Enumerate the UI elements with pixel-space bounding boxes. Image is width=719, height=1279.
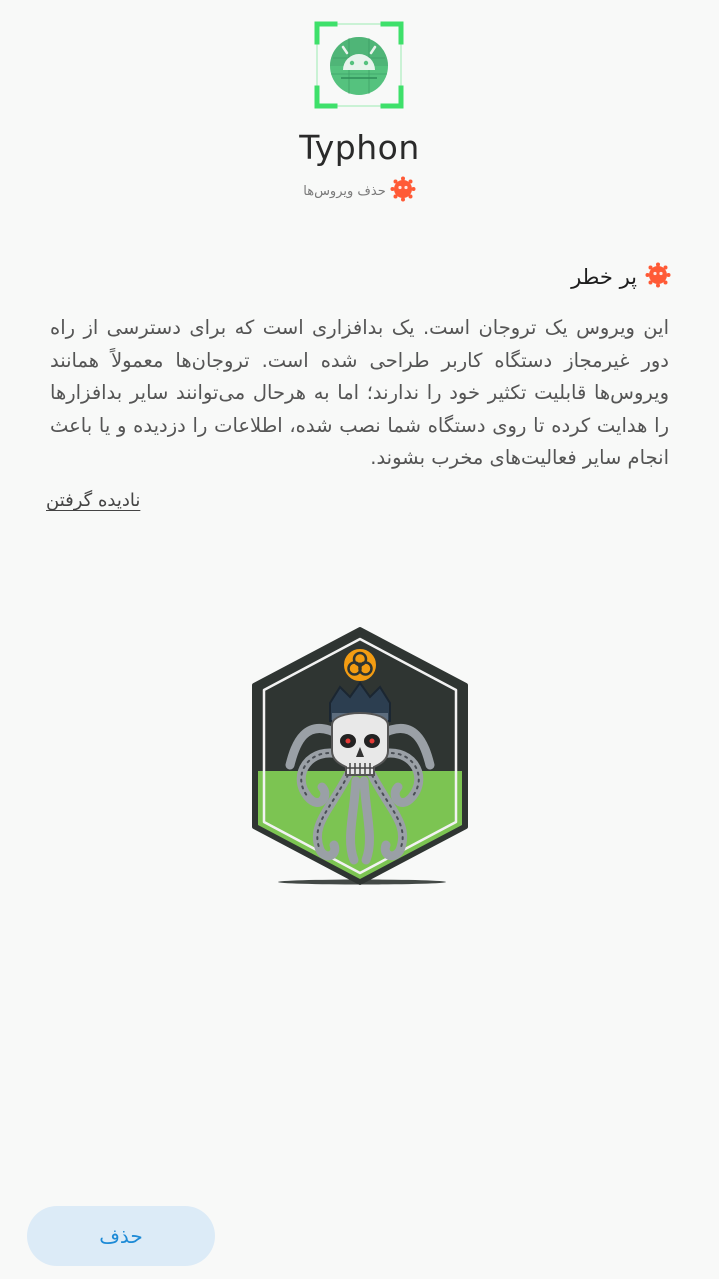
threat-description: این ویروس یک تروجان است. یک بدافزاری است… — [50, 316, 669, 469]
category-row: حذف ویروس‌ها — [0, 176, 719, 206]
virus-icon — [390, 176, 416, 206]
threat-header: پر خطر — [571, 262, 671, 292]
ignore-link[interactable]: نادیده گرفتن — [46, 490, 140, 511]
app-name: Typhon — [299, 128, 420, 167]
threat-level-label: پر خطر — [571, 265, 637, 289]
octopus-skull-illustration — [250, 625, 470, 887]
virus-icon — [645, 262, 671, 292]
delete-button[interactable]: حذف — [27, 1206, 215, 1266]
category-label: حذف ویروس‌ها — [303, 183, 386, 199]
app-icon — [313, 20, 405, 110]
